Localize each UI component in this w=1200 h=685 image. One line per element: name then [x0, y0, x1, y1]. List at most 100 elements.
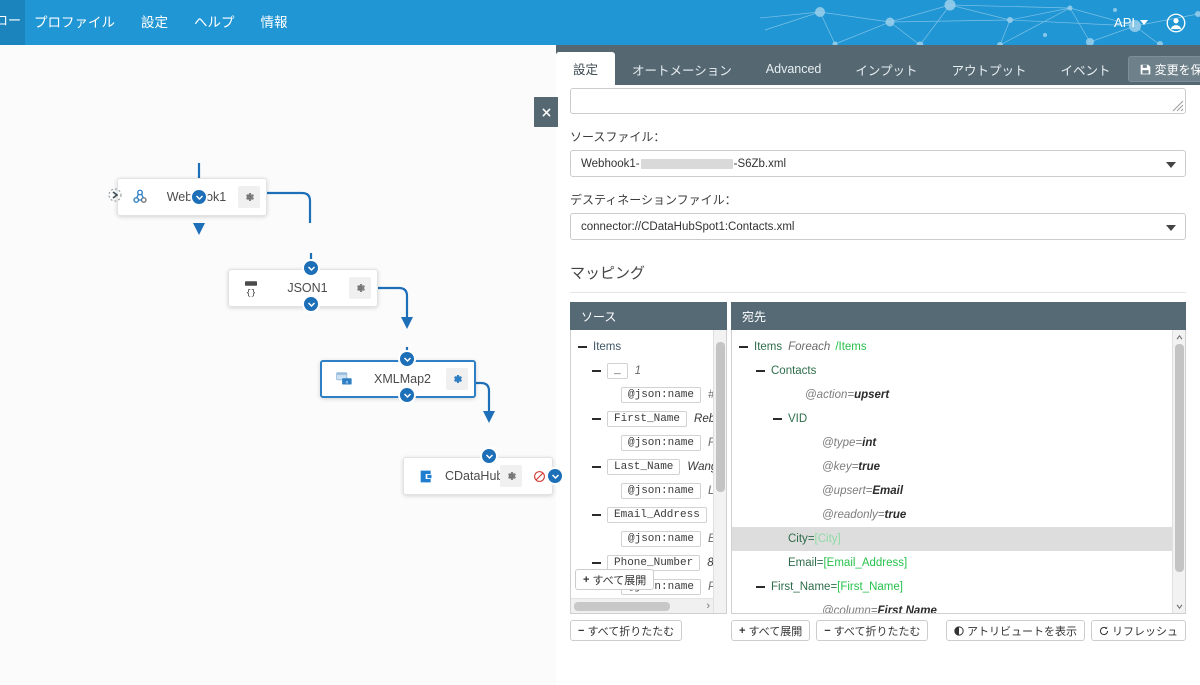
node-input-port-cdatahubspot1[interactable] — [480, 447, 498, 465]
source-tree-box[interactable]: Items_1@json:name#First_NameRebekah@json… — [570, 330, 727, 614]
collapse-toggle-icon[interactable] — [738, 342, 748, 352]
attribute-value: upsert — [854, 389, 890, 401]
close-panel-button[interactable] — [534, 97, 558, 127]
source-collapse-all-button[interactable]: − すべて折りたたむ — [570, 620, 683, 641]
node-settings-gear-icon[interactable] — [446, 368, 468, 390]
nav-item-profile[interactable]: プロファイル — [34, 0, 115, 45]
node-output-port-xmlmap2[interactable] — [398, 386, 416, 404]
api-menu[interactable]: API — [1114, 15, 1148, 30]
tab-settings[interactable]: 設定 — [556, 52, 616, 85]
source-tree-row[interactable]: @json:nameLast Na — [571, 479, 713, 503]
node-label: JSON1 — [287, 281, 328, 295]
source-tree-row[interactable]: _ 1 — [571, 359, 713, 383]
redacted-segment — [640, 158, 733, 169]
source-tree-row[interactable]: @json:nameFirst Na — [571, 431, 713, 455]
xmlmap-icon: x — [329, 371, 359, 387]
collapse-toggle-icon[interactable] — [591, 366, 601, 376]
tab-automation[interactable]: オートメーション — [615, 53, 749, 85]
collapse-toggle-icon[interactable] — [577, 342, 587, 352]
destination-tree-row[interactable]: Items Foreach/Items — [732, 335, 1172, 359]
destination-tree[interactable]: Items Foreach/Items Contacts @action = upse… — [732, 330, 1172, 613]
scroll-up-icon[interactable] — [1175, 332, 1184, 342]
destination-file-select[interactable]: connector://CDataHubSpot1:Contacts.xml — [570, 213, 1186, 240]
node-settings-gear-icon[interactable] — [238, 186, 260, 208]
destination-tree-row[interactable]: @type = int — [732, 431, 1172, 455]
destination-tree-row[interactable]: @action = upsert — [732, 383, 1172, 407]
minus-sign: − — [824, 624, 831, 637]
destination-node-label: Items — [754, 341, 783, 353]
destination-tree-row[interactable]: First_Name = [First_Name] — [732, 575, 1172, 599]
destination-tree-row[interactable]: City = [City] — [732, 527, 1172, 551]
equals-sign: = — [877, 509, 885, 521]
destination-collapse-all-button[interactable]: − すべて折りたたむ — [816, 620, 929, 641]
source-tree-row[interactable]: @json:name# — [571, 383, 713, 407]
equals-sign: = — [816, 557, 824, 569]
attribute-value: int — [862, 437, 877, 449]
node-input-port-xmlmap2[interactable] — [398, 350, 416, 368]
refresh-label: リフレッシュ — [1112, 625, 1178, 638]
node-output-port-cdatahubspot1[interactable] — [546, 467, 564, 485]
destination-node-label: @column — [822, 605, 871, 613]
source-tree-scrollbar[interactable] — [713, 330, 726, 613]
workflow-node-cdatahubspot1[interactable]: CDataHubSp... — [403, 457, 553, 495]
collapse-toggle-icon[interactable] — [591, 462, 601, 472]
source-tree-row[interactable]: Email_Addressrwang@ — [571, 503, 713, 527]
nav-item-info[interactable]: 情報 — [261, 0, 288, 45]
workflow-canvas[interactable]: Webhook1 {} JSON1 — [0, 45, 564, 685]
chevron-right-icon[interactable]: › — [706, 600, 710, 612]
collapse-toggle-icon[interactable] — [772, 414, 782, 424]
save-changes-button[interactable]: 変更を保存 — [1127, 56, 1200, 82]
node-input-port-json1[interactable] — [302, 259, 320, 277]
nav-item-help[interactable]: ヘルプ — [194, 0, 235, 45]
source-tree-row[interactable]: Items — [571, 335, 713, 359]
scrollbar-thumb[interactable] — [1175, 344, 1184, 572]
node-settings-gear-icon[interactable] — [349, 277, 371, 299]
nav-item-settings[interactable]: 設定 — [141, 0, 168, 45]
source-tree-row[interactable]: Last_Name Wang (Samp — [571, 455, 713, 479]
collapse-toggle-icon[interactable] — [591, 510, 601, 520]
destination-tree-row[interactable]: Email = [Email_Address] — [732, 551, 1172, 575]
source-file-select[interactable]: Webhook1- -S6Zb.xml — [570, 150, 1186, 177]
destination-tree-row[interactable]: @column = First Name — [732, 599, 1172, 613]
node-output-port-webhook1[interactable] — [190, 188, 208, 206]
scroll-down-icon[interactable] — [1175, 601, 1184, 611]
node-output-port-json1[interactable] — [302, 295, 320, 313]
hscrollbar-thumb[interactable] — [574, 602, 670, 611]
resize-grip-icon[interactable] — [1171, 99, 1184, 112]
destination-tree-row[interactable]: Contacts — [732, 359, 1172, 383]
source-tree-row[interactable]: First_Name Rebekah — [571, 407, 713, 431]
home-tab[interactable]: ロー — [0, 0, 25, 45]
show-attributes-button[interactable]: アトリビュートを表示 — [946, 620, 1085, 641]
description-textarea[interactable] — [570, 88, 1186, 114]
collapse-toggle-icon[interactable] — [591, 558, 601, 568]
destination-tree-row[interactable]: @readonly = true — [732, 503, 1172, 527]
destination-tree-scrollbar[interactable] — [1172, 330, 1185, 613]
tab-output[interactable]: アウトプット — [935, 53, 1044, 85]
source-expand-all-button[interactable]: + すべて展開 — [575, 569, 655, 590]
collapse-all-label: すべて折りたたむ — [833, 625, 921, 638]
source-tree-hscrollbar[interactable]: › — [571, 598, 713, 613]
destination-tree-row[interactable]: @key = true — [732, 455, 1172, 479]
destination-tree-box[interactable]: Items Foreach/Items Contacts @action = upse… — [731, 330, 1186, 614]
source-node-label: Items — [593, 341, 622, 353]
mapping-grid: ソース Items_1@json:name#First_NameRebekah@… — [570, 302, 1186, 641]
source-tree-row[interactable]: @json:nameEmail A — [571, 527, 713, 551]
tab-advanced[interactable]: Advanced — [749, 53, 839, 85]
equals-sign: = — [830, 581, 838, 593]
destination-tree-row[interactable]: VID — [732, 407, 1172, 431]
chevron-down-icon — [1166, 161, 1176, 168]
collapse-toggle-icon[interactable] — [755, 582, 765, 592]
node-settings-gear-icon[interactable] — [500, 465, 522, 487]
destination-expand-all-button[interactable]: + すべて展開 — [731, 620, 811, 641]
user-avatar-icon[interactable] — [1166, 13, 1186, 33]
collapse-toggle-icon[interactable] — [755, 366, 765, 376]
refresh-button[interactable]: リフレッシュ — [1091, 620, 1186, 641]
collapse-toggle-icon[interactable] — [591, 414, 601, 424]
destination-tree-row[interactable]: @upsert = Email — [732, 479, 1172, 503]
tab-events[interactable]: イベント — [1044, 53, 1128, 85]
plus-sign: + — [739, 624, 746, 637]
scrollbar-thumb[interactable] — [716, 342, 725, 492]
tab-input[interactable]: インプット — [838, 53, 934, 85]
destination-node-label: City — [788, 533, 808, 545]
